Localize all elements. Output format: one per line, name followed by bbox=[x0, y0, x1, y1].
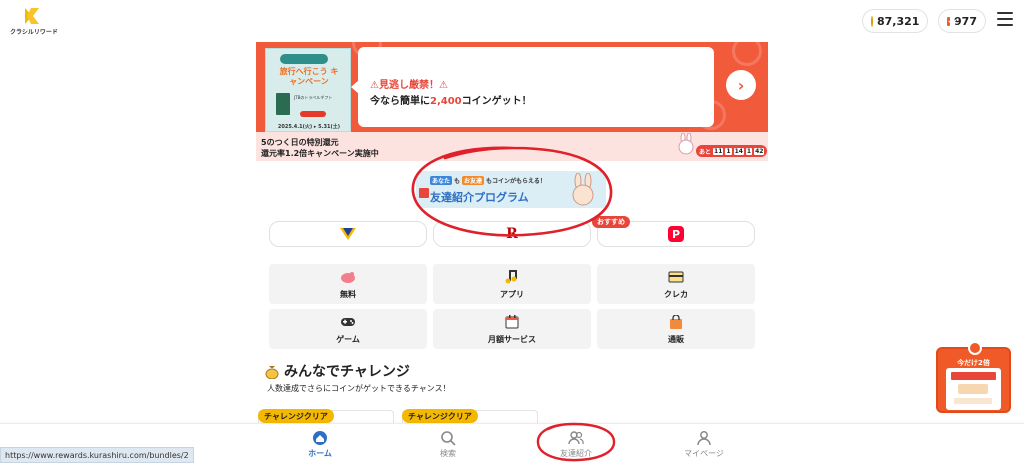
category-label: アプリ bbox=[500, 290, 524, 299]
logo-text: クラシルリワード bbox=[10, 29, 58, 36]
challenge-subtitle: 人数達成でさらにコインがゲットできるチャンス！ bbox=[267, 384, 451, 393]
nav-label: ホーム bbox=[308, 449, 332, 458]
coin-balance-pill[interactable]: 87,321 bbox=[862, 9, 928, 33]
calendar-icon bbox=[505, 315, 519, 329]
piggy-bank-icon bbox=[341, 272, 355, 283]
status-url: https://www.rewards.kurashiru.com/bundle… bbox=[0, 447, 194, 463]
nav-home[interactable]: ホーム bbox=[275, 424, 365, 463]
nav-mypage[interactable]: マイページ bbox=[659, 424, 749, 463]
alarm-clock-icon bbox=[968, 341, 982, 355]
category-shopping[interactable]: 通販 bbox=[597, 309, 755, 349]
challenge-title: みんなでチャレンジ bbox=[284, 364, 410, 380]
challenge-clear-badge: チャレンジクリア bbox=[402, 409, 478, 423]
home-coin-icon bbox=[313, 431, 327, 445]
travel-book-icon bbox=[276, 93, 290, 115]
rakuten-card-promo-image bbox=[946, 368, 1001, 410]
search-icon bbox=[441, 431, 456, 446]
category-apps[interactable]: アプリ bbox=[433, 264, 591, 304]
category-games[interactable]: ゲーム bbox=[269, 309, 427, 349]
nav-label: マイページ bbox=[684, 449, 724, 458]
annotation-circle-nav-referral bbox=[536, 422, 616, 462]
money-bag-icon bbox=[265, 366, 279, 379]
music-note-icon bbox=[505, 270, 517, 284]
countdown-minutes: 42 bbox=[754, 147, 765, 155]
promo-date: 2025.4.1(火) ▸ 5.31(土) bbox=[277, 124, 341, 130]
special-day-text: 5のつく日の特別還元 bbox=[261, 138, 339, 147]
credit-card-icon bbox=[668, 271, 684, 283]
coin-offer-amount: 2,400 bbox=[430, 96, 462, 107]
countdown-unit: 1 bbox=[725, 147, 732, 155]
mail-count: 977 bbox=[954, 14, 977, 28]
tpoint-icon bbox=[340, 228, 356, 240]
category-credit-card[interactable]: クレカ bbox=[597, 264, 755, 304]
user-icon bbox=[697, 431, 711, 446]
travel-campaign-image[interactable]: 旅行へ行こう キャンペーン JTBのトラベルギフト 2025.4.1(火) ▸ … bbox=[265, 48, 351, 132]
annotation-circle-referral bbox=[411, 146, 613, 237]
tpoint-button[interactable] bbox=[269, 221, 427, 247]
countdown-days: 11 bbox=[713, 147, 724, 155]
category-label: クレカ bbox=[664, 290, 688, 299]
double-reward-float-button[interactable]: 今だけ2倍 bbox=[936, 341, 1011, 413]
paypay-icon: P bbox=[668, 226, 684, 242]
promo-title: 旅行へ行こう キャンペーン bbox=[279, 67, 339, 86]
rabbit-mascot-icon bbox=[678, 133, 694, 155]
banner-decoration bbox=[732, 42, 762, 66]
coin-icon bbox=[871, 15, 873, 27]
category-subscriptions[interactable]: 月額サービス bbox=[433, 309, 591, 349]
nav-search[interactable]: 検索 bbox=[403, 424, 493, 463]
coin-offer-text: 今なら簡単に2,400コインゲット！ bbox=[370, 96, 532, 107]
category-free[interactable]: 無料 bbox=[269, 264, 427, 304]
mail-pill[interactable]: 977 bbox=[938, 9, 986, 33]
category-label: 通販 bbox=[668, 335, 684, 344]
challenge-header: みんなでチャレンジ bbox=[265, 361, 410, 381]
category-label: 月額サービス bbox=[488, 335, 536, 344]
return-rate-text: 還元率1.2倍キャンペーン実施中 bbox=[261, 149, 379, 158]
nav-label: 検索 bbox=[440, 449, 456, 458]
promo-button bbox=[300, 111, 326, 117]
challenge-clear-badge: チャレンジクリア bbox=[258, 409, 334, 423]
countdown-timer: あと 11 1 14 1 42 bbox=[696, 145, 768, 157]
countdown-label: あと bbox=[699, 148, 712, 156]
speech-bubble: ⚠見逃し厳禁！⚠ 今なら簡単に2,400コインゲット！ bbox=[358, 47, 714, 127]
coin-balance: 87,321 bbox=[877, 14, 920, 28]
gamepad-icon bbox=[341, 318, 355, 326]
double-reward-label: 今だけ2倍 bbox=[957, 359, 990, 367]
app-logo[interactable]: クラシルリワード bbox=[10, 6, 58, 38]
mail-icon bbox=[947, 16, 951, 26]
category-label: 無料 bbox=[340, 290, 356, 299]
promo-top-ribbon bbox=[280, 54, 328, 64]
banner-next-button[interactable]: › bbox=[726, 70, 756, 100]
shopping-bag-icon bbox=[670, 315, 682, 329]
promo-text: JTBのトラベルギフト bbox=[294, 95, 333, 100]
category-label: ゲーム bbox=[336, 335, 360, 344]
logo-mark-icon bbox=[25, 8, 39, 24]
menu-icon[interactable] bbox=[997, 12, 1013, 26]
chevron-right-icon: › bbox=[737, 75, 745, 95]
countdown-unit: 1 bbox=[745, 147, 753, 155]
countdown-hours: 14 bbox=[733, 147, 744, 155]
alert-line: ⚠見逃し厳禁！⚠ bbox=[370, 80, 448, 91]
